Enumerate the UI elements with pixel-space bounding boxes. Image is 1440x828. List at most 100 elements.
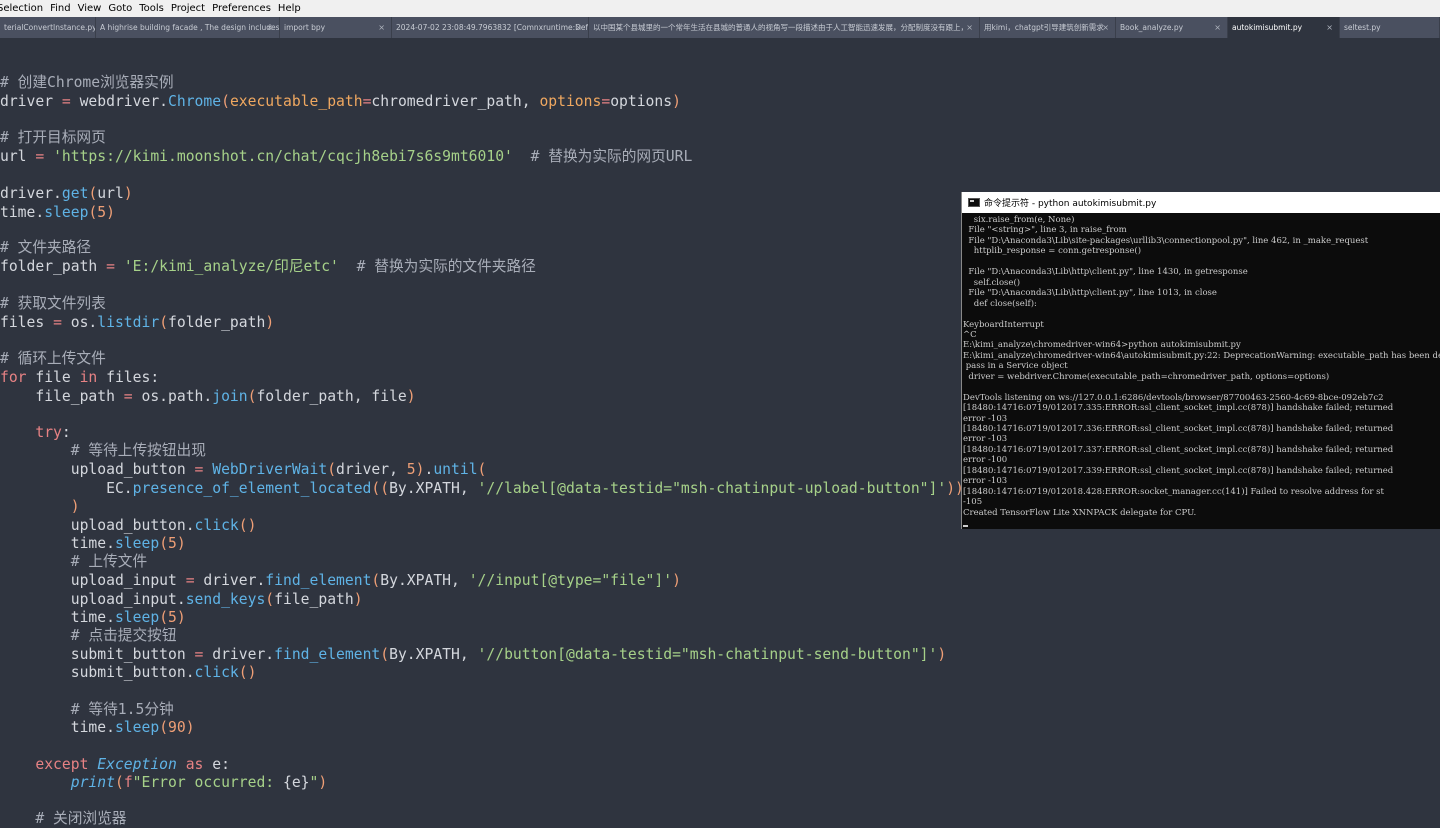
tab-4[interactable]: 以中国某个县城里的一个常年生活在县城的普通人的视角写一段描述由于人工智能迅速发展… (589, 17, 980, 38)
tab-6[interactable]: Book_analyze.py × (1116, 17, 1228, 38)
code-token: ) (318, 774, 328, 791)
terminal-line: File "D:\Anaconda3\Lib\site-packages\url… (963, 235, 1369, 246)
code-token: 5 (168, 609, 177, 626)
terminal-line: File "<string>", line 3, in raise_from (963, 225, 1127, 236)
code-token: folder_path (0, 258, 107, 275)
code-token: upload_button (0, 461, 195, 478)
tab-0[interactable]: terialConvertInstance.py (0, 17, 96, 38)
code-token: # 等待1.5分钟 (0, 701, 174, 718)
code-token: ) (353, 591, 363, 608)
tab-2[interactable]: import bpy × (280, 17, 392, 38)
code-token: sleep (44, 204, 89, 221)
code-token: get (61, 185, 89, 202)
menu-selection[interactable]: Selection (0, 3, 43, 14)
terminal-line: error -100 (963, 455, 1008, 466)
code-token: upload_input. (0, 591, 186, 608)
code-token: click (194, 664, 239, 681)
tab-close-icon[interactable]: × (966, 17, 973, 38)
code-token: file_path (0, 388, 124, 405)
code-token: driver. (203, 646, 275, 663)
code-token: ) (672, 572, 681, 589)
code-line: upload_button.click() (0, 517, 257, 535)
code-token: listdir (97, 314, 160, 331)
code-line: # 等待上传按钮出现 (0, 442, 206, 460)
terminal-line: E:\kimi_analyze\chromedriver-win64\autok… (963, 350, 1440, 361)
tab-7[interactable]: autokimisubmit.py × (1228, 17, 1340, 38)
code-token: ) (123, 185, 133, 202)
menu-project[interactable]: Project (171, 3, 205, 14)
code-token: chromedriver_path, (371, 93, 540, 110)
code-token: print (70, 774, 115, 791)
tab-close-icon[interactable]: × (378, 17, 385, 38)
tab-close-icon[interactable]: × (1102, 17, 1109, 38)
tab-close-icon[interactable]: × (1214, 17, 1221, 38)
menu-help[interactable]: Help (278, 3, 301, 14)
code-token: 5 (168, 535, 177, 552)
code-token: # 获取文件列表 (0, 295, 106, 312)
code-token: as (185, 756, 204, 773)
code-token: '//label[@data-testid="msh-chatinput-upl… (477, 480, 947, 497)
terminal-line: KeyboardInterrupt (963, 319, 1044, 330)
code-line: try: (0, 424, 71, 442)
code-line: folder_path = 'E:/kimi_analyze/印尼etc' # … (0, 258, 536, 276)
code-line: EC.presence_of_element_located((By.XPATH… (0, 480, 964, 498)
tab-close-icon[interactable]: × (1326, 17, 1333, 38)
tab-close-icon[interactable]: × (575, 17, 582, 38)
code-token: ( (88, 185, 98, 202)
tab-5[interactable]: 用kimi，chatgpt引导建筑创新需求 × (980, 17, 1116, 38)
menu-bar: Selection Find View Goto Tools Project Prefere… (0, 0, 1440, 17)
code-line: # 上传文件 (0, 553, 147, 571)
code-token: find_element (274, 646, 381, 663)
menu-preferences[interactable]: Preferences (212, 3, 271, 14)
menu-tools[interactable]: Tools (139, 3, 164, 14)
code-token: in (79, 369, 98, 386)
code-line: driver = webdriver.Chrome(executable_pat… (0, 93, 681, 111)
code-token: presence_of_element_located (132, 480, 372, 497)
tab-label: import bpy (284, 23, 326, 32)
code-token: By.XPATH, (389, 646, 478, 663)
terminal-window[interactable]: 命令提示符 - python autokimisubmit.py six.rai… (961, 192, 1440, 529)
code-line: time.sleep(5) (0, 204, 115, 222)
code-token: ( (221, 93, 230, 110)
code-line: url = 'https://kimi.moonshot.cn/chat/cqc… (0, 148, 692, 166)
tab-8[interactable]: seltest.py (1340, 17, 1440, 38)
code-token: ) (0, 498, 80, 515)
code-token: join (212, 388, 248, 405)
code-token: # 打开目标网页 (0, 129, 106, 146)
tab-close-icon[interactable]: × (266, 17, 273, 38)
menu-goto[interactable]: Goto (108, 3, 132, 14)
tab-3[interactable]: 2024-07-02 23:08:49.7963832 [Comnxruntim… (392, 17, 589, 38)
code-token: WebDriverWait (212, 461, 328, 478)
tab-label: seltest.py (1344, 23, 1381, 32)
code-token: options (539, 93, 602, 110)
code-token: # 上传文件 (0, 553, 148, 570)
code-token: folder_path (168, 314, 266, 331)
code-token: except (35, 756, 89, 773)
code-token: ( (327, 461, 337, 478)
code-token: () (238, 517, 257, 534)
code-token: time. (0, 609, 115, 626)
code-token: driver. (0, 185, 62, 202)
code-line: file_path = os.path.join(folder_path, fi… (0, 388, 415, 406)
code-token: os. (61, 314, 98, 331)
code-token: time. (0, 719, 115, 736)
code-token: executable_path (229, 93, 363, 110)
menu-view[interactable]: View (78, 3, 102, 14)
terminal-line: def close(self): (963, 298, 1037, 309)
code-token: os.path. (132, 388, 213, 405)
menu-find[interactable]: Find (50, 3, 71, 14)
code-token: click (194, 517, 239, 534)
terminal-titlebar[interactable]: 命令提示符 - python autokimisubmit.py (962, 192, 1440, 213)
code-token: : (61, 424, 71, 441)
tab-1[interactable]: A highrise building facade , The design … (96, 17, 280, 38)
code-token: Exception (97, 756, 177, 773)
code-token: url (97, 185, 124, 202)
code-token: By.XPATH, (380, 572, 469, 589)
terminal-line: [18480:14716:0719/012017.336:ERROR:ssl_c… (963, 424, 1394, 434)
tab-label: Book_analyze.py (1120, 23, 1184, 32)
